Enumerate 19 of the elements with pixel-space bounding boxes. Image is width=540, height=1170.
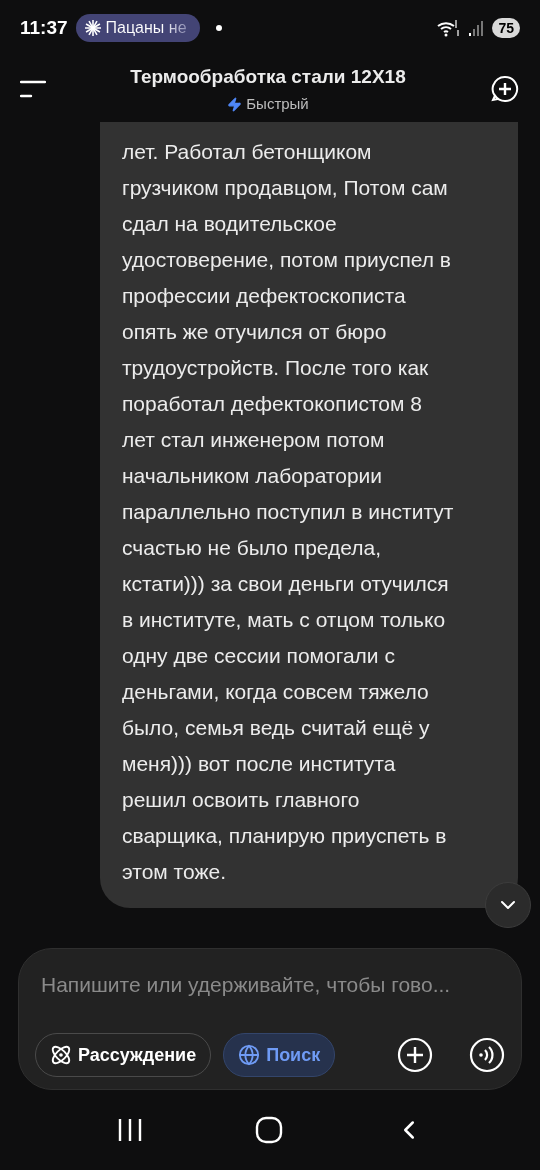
message-text: лет. Работал бетонщиком грузчиком продавцом, Потом сам сдал на водительское удостоверение, потом приуспел в профессии дефектоскописта опять же отучился от бюро трудоустройств. После того как поработал дефектокопистом 8 лет стал инженером потом начальником лаборатории параллельно поступил в институт счастью не было предела, кстати))) за свои деньги отучился в институте, мать с отцом только одну две сессии помогали с деньгами, когда совсем тяжело было, семья ведь считай ещё у меня))) вот после института решил освоить главного сварщика, планирую приуспеть в этом тоже. [122,139,455,885]
sparkle-icon [83,19,102,37]
message-input[interactable]: Напишите или удерживайте, чтобы гово... [35,967,505,1003]
atom-icon [50,1044,72,1066]
battery-indicator: 75 [492,18,520,38]
mode-chip[interactable]: Поиск [223,1033,336,1077]
globe-icon [238,1044,261,1066]
voice-icon[interactable] [469,1037,505,1073]
lightning-icon [227,96,243,112]
home-icon[interactable] [255,1116,283,1144]
signal-icon [468,19,485,37]
wifi-icon [436,18,461,38]
notification-pill[interactable]: Пацаны не [75,14,200,42]
chat-title: Термообработка стали 12Х18 [130,64,406,89]
menu-icon[interactable] [20,79,46,99]
add-icon[interactable] [397,1037,433,1073]
model-mode[interactable]: Быстрый [246,93,309,116]
new-chat-icon[interactable] [490,74,520,104]
status-time: 11:37 [20,15,68,40]
